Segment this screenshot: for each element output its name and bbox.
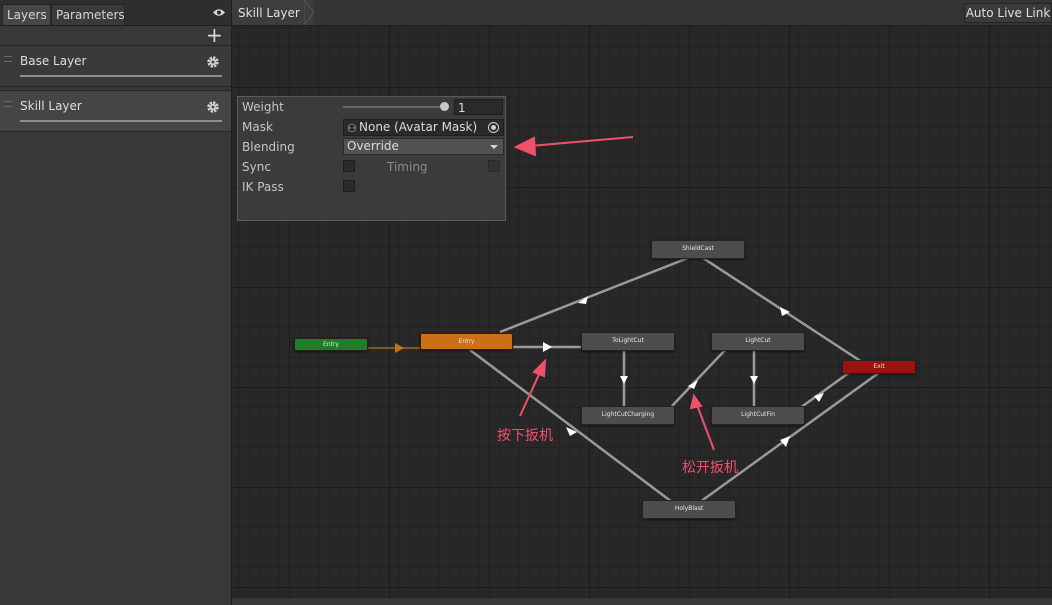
state-holy-blast[interactable]: HolyBlast bbox=[642, 500, 736, 519]
timing-checkbox[interactable] bbox=[488, 160, 500, 172]
state-light-cut-charging[interactable]: LightCutCharging bbox=[581, 406, 675, 425]
annotation-release-trigger: 松开扳机 bbox=[682, 460, 738, 476]
sync-label: Sync bbox=[242, 160, 271, 174]
chevron-down-icon bbox=[490, 145, 498, 149]
object-picker-icon[interactable] bbox=[488, 122, 499, 133]
transition-lines bbox=[367, 136, 881, 504]
state-to-light-cut[interactable]: ToLightCut bbox=[581, 332, 675, 351]
state-entry-green[interactable]: Entry bbox=[294, 338, 368, 351]
weight-slider-track[interactable] bbox=[343, 106, 443, 108]
layer-settings-popup: Weight 1 Mask ⚇ None (Avatar Mask) Blend… bbox=[237, 96, 506, 221]
mask-field[interactable]: ⚇ None (Avatar Mask) bbox=[343, 119, 504, 136]
transition-arrow-icon bbox=[395, 343, 404, 353]
transition-arrow-icon bbox=[750, 376, 758, 384]
weight-field[interactable]: 1 bbox=[454, 99, 503, 115]
transition-arrow-icon bbox=[543, 342, 552, 352]
transition-arrow-icon bbox=[780, 436, 790, 447]
state-exit[interactable]: Exit bbox=[842, 360, 916, 374]
ik-pass-checkbox[interactable] bbox=[343, 180, 355, 192]
weight-slider-handle[interactable] bbox=[440, 102, 449, 111]
transition-arrow-icon bbox=[620, 376, 628, 384]
weight-label: Weight bbox=[242, 100, 284, 114]
blending-label: Blending bbox=[242, 140, 295, 154]
state-shield-cast[interactable]: ShieldCast bbox=[651, 240, 745, 259]
sync-checkbox[interactable] bbox=[343, 160, 355, 172]
blending-dropdown[interactable]: Override bbox=[343, 138, 504, 155]
state-entry[interactable]: Entry bbox=[420, 333, 513, 350]
state-light-cut-fin[interactable]: LightCutFin bbox=[711, 406, 805, 425]
mask-label: Mask bbox=[242, 120, 273, 134]
ik-pass-label: IK Pass bbox=[242, 180, 284, 194]
state-light-cut[interactable]: LightCut bbox=[711, 332, 805, 351]
blending-value: Override bbox=[347, 139, 399, 153]
timing-label: Timing bbox=[387, 160, 428, 174]
avatar-mask-icon: ⚇ bbox=[347, 122, 357, 135]
mask-value: None (Avatar Mask) bbox=[359, 120, 478, 134]
annotation-press-trigger: 按下扳机 bbox=[497, 428, 553, 444]
